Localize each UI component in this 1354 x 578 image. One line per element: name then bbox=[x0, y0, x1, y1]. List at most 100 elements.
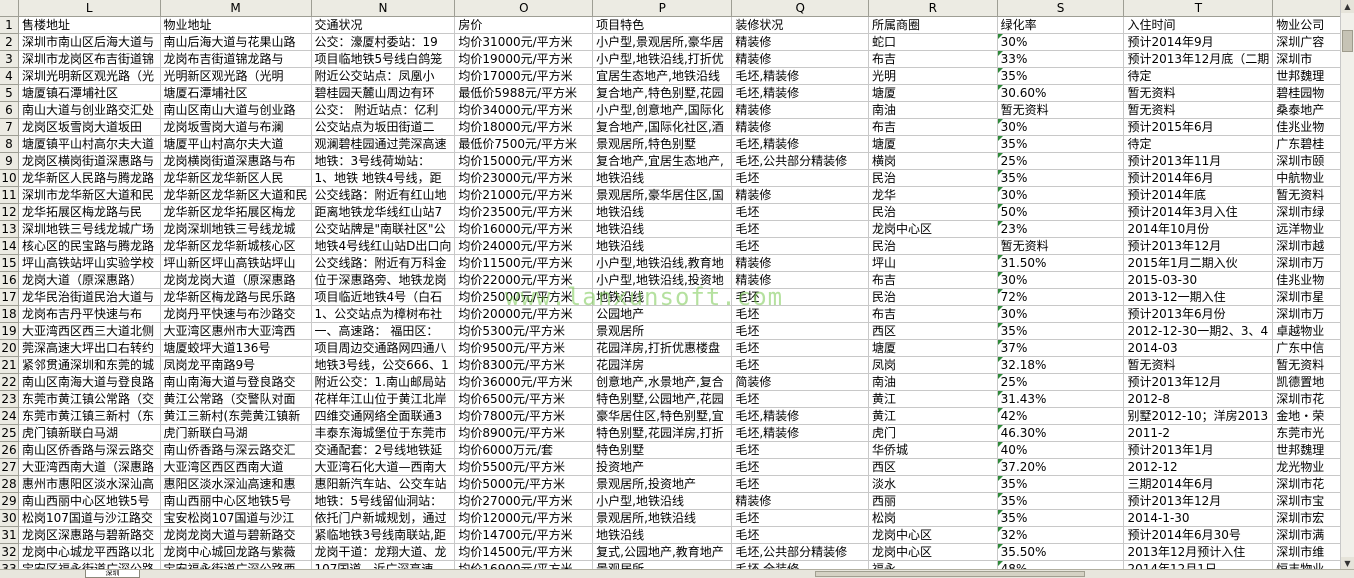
table-cell[interactable]: 复合地产,宜居生态地产, bbox=[592, 152, 733, 170]
table-cell[interactable]: 中航物业 bbox=[1272, 169, 1341, 187]
table-cell[interactable]: 30% bbox=[997, 33, 1125, 51]
row-number[interactable]: 31 bbox=[0, 526, 19, 544]
table-cell[interactable]: 精装修 bbox=[731, 118, 870, 136]
sheet-tab[interactable]: 深圳 bbox=[85, 570, 140, 578]
table-cell[interactable]: 龙华新区龙华拓展区梅龙 bbox=[160, 203, 312, 221]
table-cell[interactable]: 交通配套：2号线地铁延 bbox=[311, 441, 456, 459]
table-cell[interactable]: 塘厦镇平山村高尔夫大道 bbox=[18, 135, 161, 153]
table-cell[interactable]: 毛坯 bbox=[731, 339, 870, 357]
table-cell[interactable]: 大亚湾石化大道—西南大 bbox=[311, 458, 456, 476]
table-cell[interactable]: 30% bbox=[997, 118, 1125, 136]
table-cell[interactable]: 深圳市 bbox=[1272, 50, 1341, 68]
table-cell[interactable]: 创意地产,水景地产,复合 bbox=[592, 373, 733, 391]
table-cell[interactable]: 毛坯 bbox=[731, 203, 870, 221]
table-cell[interactable]: 地铁：3号线荷坳站： bbox=[311, 152, 456, 170]
row-number[interactable]: 32 bbox=[0, 543, 19, 561]
row-number[interactable]: 28 bbox=[0, 475, 19, 493]
table-cell[interactable]: 深圳市星 bbox=[1272, 288, 1341, 306]
table-cell[interactable]: 大亚湾西南大道（深惠路 bbox=[18, 458, 161, 476]
table-cell[interactable]: 毛坯,精装修 bbox=[731, 84, 870, 102]
table-cell[interactable]: 毛坯,精装修 bbox=[731, 135, 870, 153]
table-cell[interactable]: 2012-12 bbox=[1123, 458, 1274, 476]
table-cell[interactable]: 桑泰地产 bbox=[1272, 101, 1341, 119]
table-cell[interactable]: 深圳市南山区后海大道与 bbox=[18, 33, 161, 51]
table-cell[interactable]: 售楼地址 bbox=[18, 16, 161, 34]
table-cell[interactable]: 地铁沿线 bbox=[592, 203, 733, 221]
table-cell[interactable]: 31.43% bbox=[997, 390, 1125, 408]
table-cell[interactable]: 龙岗深圳地铁三号线龙城 bbox=[160, 220, 312, 238]
table-cell[interactable]: 均价8900元/平方米 bbox=[454, 424, 594, 442]
table-cell[interactable]: 虎门镇新联白马湖 bbox=[18, 424, 161, 442]
table-cell[interactable]: 均价15000元/平方米 bbox=[454, 152, 594, 170]
row-number[interactable]: 8 bbox=[0, 135, 19, 153]
table-cell[interactable]: 深圳光明新区观光路（光 bbox=[18, 67, 161, 85]
row-number[interactable]: 17 bbox=[0, 288, 19, 306]
table-cell[interactable]: 预计2013年11月 bbox=[1123, 152, 1274, 170]
row-number[interactable]: 21 bbox=[0, 356, 19, 374]
table-cell[interactable]: 公交： 附近站点：亿利 bbox=[311, 101, 456, 119]
table-cell[interactable]: 35% bbox=[997, 135, 1125, 153]
table-cell[interactable]: 精装修 bbox=[731, 254, 870, 272]
table-cell[interactable]: 紧邻贯通深圳和东莞的城 bbox=[18, 356, 161, 374]
table-cell[interactable]: 入住时间 bbox=[1123, 16, 1274, 34]
table-cell[interactable]: 景观居所,豪华居住区,国 bbox=[592, 186, 733, 204]
table-cell[interactable]: 暂无资料 bbox=[1123, 356, 1274, 374]
table-cell[interactable]: 暂无资料 bbox=[997, 237, 1125, 255]
table-cell[interactable]: 35% bbox=[997, 475, 1125, 493]
table-cell[interactable]: 项目临地铁5号线白鸽笼 bbox=[311, 50, 456, 68]
table-cell[interactable]: 均价31000元/平方米 bbox=[454, 33, 594, 51]
row-number[interactable]: 30 bbox=[0, 509, 19, 527]
table-cell[interactable]: 均价7800元/平方米 bbox=[454, 407, 594, 425]
table-cell[interactable]: 公交线路：附近有万科金 bbox=[311, 254, 456, 272]
table-cell[interactable]: 23% bbox=[997, 220, 1125, 238]
table-cell[interactable]: 1、地铁 地铁4号线，距 bbox=[311, 169, 456, 187]
table-cell[interactable]: 深圳市越 bbox=[1272, 237, 1341, 255]
table-cell[interactable]: 黄江 bbox=[868, 407, 998, 425]
table-cell[interactable]: 一、高速路： 福田区： bbox=[311, 322, 456, 340]
table-cell[interactable]: 光明 bbox=[868, 67, 998, 85]
table-cell[interactable]: 龙岗中心区 bbox=[868, 526, 998, 544]
table-cell[interactable]: 南山后海大道与花果山路 bbox=[160, 33, 312, 51]
table-cell[interactable]: 龙岗丹平快速与布沙路交 bbox=[160, 305, 312, 323]
table-cell[interactable]: 塘厦平山村高尔夫大道 bbox=[160, 135, 312, 153]
table-cell[interactable]: 四维交通网络全面联通3 bbox=[311, 407, 456, 425]
column-header[interactable]: P bbox=[592, 0, 733, 17]
table-cell[interactable]: 毛坯 bbox=[731, 322, 870, 340]
table-cell[interactable]: 附近公交站点：凤凰小 bbox=[311, 67, 456, 85]
table-cell[interactable]: 惠阳区淡水深汕高速和惠 bbox=[160, 475, 312, 493]
row-number[interactable]: 12 bbox=[0, 203, 19, 221]
table-cell[interactable]: 预计2013年6月份 bbox=[1123, 305, 1274, 323]
table-cell[interactable]: 项目周边交通路网四通八 bbox=[311, 339, 456, 357]
table-cell[interactable]: 均价8300元/平方米 bbox=[454, 356, 594, 374]
table-cell[interactable]: 龙华新区龙华新区人民 bbox=[160, 169, 312, 187]
table-cell[interactable]: 30% bbox=[997, 305, 1125, 323]
table-cell[interactable]: 地铁3号线，公交666、1 bbox=[311, 356, 456, 374]
table-cell[interactable]: 布吉 bbox=[868, 271, 998, 289]
table-cell[interactable]: 坪山高铁站坪山实验学校 bbox=[18, 254, 161, 272]
table-cell[interactable]: 龙岗干道：龙翔大道、龙 bbox=[311, 543, 456, 561]
table-cell[interactable]: 龙光物业 bbox=[1272, 458, 1341, 476]
table-cell[interactable]: 深圳市满 bbox=[1272, 526, 1341, 544]
row-number[interactable]: 7 bbox=[0, 118, 19, 136]
table-cell[interactable]: 毛坯 bbox=[731, 390, 870, 408]
table-cell[interactable]: 小户型,地铁沿线,投资地 bbox=[592, 271, 733, 289]
table-cell[interactable]: 毛坯,精装修 bbox=[731, 424, 870, 442]
table-cell[interactable]: 深圳市龙华新区大道和民 bbox=[18, 186, 161, 204]
table-cell[interactable]: 丰泰东海城堡位于东莞市 bbox=[311, 424, 456, 442]
table-cell[interactable]: 35.50% bbox=[997, 543, 1125, 561]
table-cell[interactable]: 公交站点为坂田街道二 bbox=[311, 118, 456, 136]
table-cell[interactable]: 均价27000元/平方米 bbox=[454, 492, 594, 510]
table-cell[interactable]: 碧桂园天麓山周边有环 bbox=[311, 84, 456, 102]
table-cell[interactable]: 距离地铁龙华线红山站7 bbox=[311, 203, 456, 221]
vertical-scroll-thumb[interactable] bbox=[1342, 30, 1353, 52]
table-cell[interactable]: 25% bbox=[997, 373, 1125, 391]
table-cell[interactable]: 均价36000元/平方米 bbox=[454, 373, 594, 391]
table-cell[interactable]: 毛坯 bbox=[731, 356, 870, 374]
table-cell[interactable]: 30% bbox=[997, 186, 1125, 204]
table-cell[interactable]: 35% bbox=[997, 492, 1125, 510]
table-cell[interactable]: 远洋物业 bbox=[1272, 220, 1341, 238]
table-cell[interactable]: 黄江三新村(东莞黄江镇新 bbox=[160, 407, 312, 425]
table-cell[interactable]: 投资地产 bbox=[592, 458, 733, 476]
table-cell[interactable]: 均价34000元/平方米 bbox=[454, 101, 594, 119]
table-cell[interactable]: 特色别墅 bbox=[592, 441, 733, 459]
